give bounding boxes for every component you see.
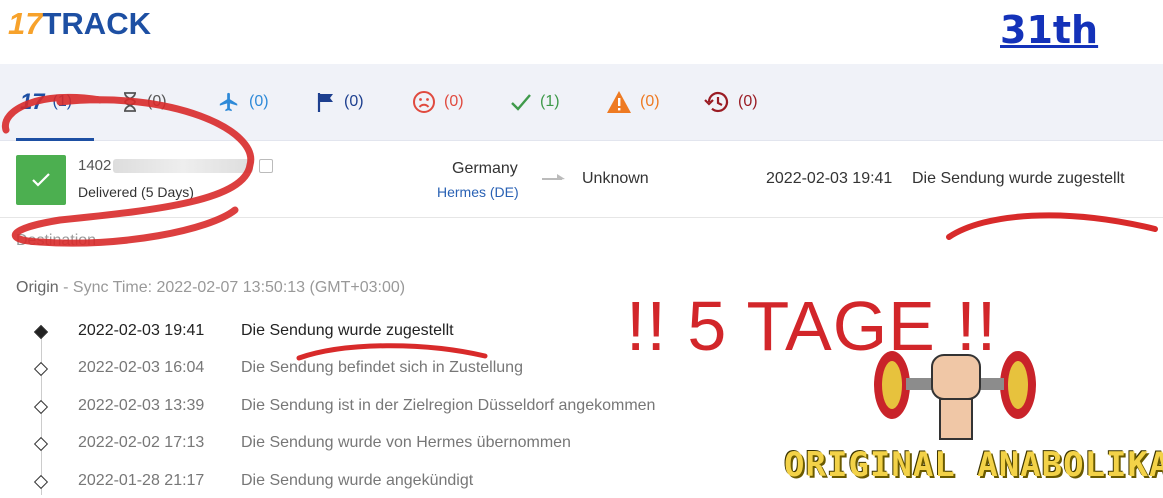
dumbbell-fist-logo [874,351,1036,440]
tab-expired[interactable]: (0) [704,88,758,116]
event-description: Die Sendung wurde zugestellt [241,322,454,339]
event-description: Die Sendung ist in der Zielregion Düssel… [241,397,656,414]
tab-count: (1) [540,93,560,110]
origin-label: Origin [16,279,59,296]
tab-count: (0) [444,93,464,110]
tracking-prefix: 1402 [78,157,112,174]
airplane-icon [219,92,238,112]
timeline-event: 2022-02-02 17:13 Die Sendung wurde von H… [0,434,760,460]
event-time: 2022-02-03 19:41 [78,322,205,339]
check-icon [32,173,50,187]
destination-label: Destination [16,232,97,249]
shipment-row[interactable]: 1402 Delivered (5 Days) Germany Hermes (… [0,141,1163,218]
status-filter-tabs: 17 (1) (0) (0) (0) (0) (1) (0) (0) [0,64,1163,141]
tab-delivered[interactable]: (1) [510,88,560,116]
arrow-right-icon [542,174,565,180]
tab-count: (0) [147,93,167,110]
tab-undelivered[interactable]: (0) [412,88,464,116]
timeline-dot-icon [33,324,49,340]
logo-number: 17 [8,6,43,41]
delivered-status-box [16,155,66,205]
check-icon [511,94,531,111]
hourglass-icon [124,92,136,112]
timeline-dot-icon [33,399,49,415]
tab-pickup[interactable]: (0) [316,88,364,116]
tab-count: (0) [738,93,758,110]
event-time: 2022-02-02 17:13 [78,434,205,451]
status-text: Delivered (5 Days) [78,184,194,200]
latest-event-time: 2022-02-03 19:41 [766,170,893,187]
event-description: Die Sendung wurde von Hermes übernommen [241,434,571,451]
tab-count: (1) [52,93,73,110]
history-icon [704,91,729,113]
tab-count: (0) [249,93,269,110]
tracking-number[interactable]: 1402 [78,157,274,174]
sad-face-icon [413,91,435,113]
event-time: 2022-02-03 16:04 [78,359,205,376]
carrier-link[interactable]: Hermes (DE) [437,184,519,200]
warning-icon [607,91,631,113]
destination-country: Unknown [582,170,649,187]
timeline-event: 2022-01-28 21:17 Die Sendung wurde angek… [0,472,760,498]
timeline-dot-icon [33,361,49,377]
app-header: 17TRACK 31th [0,0,1163,64]
all-17-icon: 17 [20,89,45,114]
tab-count: (0) [344,93,364,110]
logo-word: TRACK [42,6,151,41]
blurred-tracking-digits [113,159,254,174]
tab-in-transit[interactable]: (0) [217,88,269,116]
event-description: Die Sendung befindet sich in Zustellung [241,359,523,376]
event-time: 2022-02-03 13:39 [78,397,205,414]
17track-logo[interactable]: 17TRACK [8,6,151,42]
flag-icon [317,93,333,112]
sync-time: - Sync Time: 2022-02-07 13:50:13 (GMT+03… [58,279,406,296]
timeline-event: 2022-02-03 13:39 Die Sendung ist in der … [0,397,760,423]
tab-all[interactable]: 17 (1) [20,88,72,116]
timeline-dot-icon [33,474,49,490]
tab-alert[interactable]: (0) [606,88,660,116]
tab-count: (0) [640,93,660,110]
brand-watermark: ORIGINAL ANABOLIKA [784,445,1163,485]
timeline-dot-icon [33,436,49,452]
copy-icon[interactable] [259,159,274,174]
latest-event-text: Die Sendung wurde zugestellt [912,170,1125,187]
origin-sync-line: Origin - Sync Time: 2022-02-07 13:50:13 … [16,279,405,297]
event-description: Die Sendung wurde angekündigt [241,472,474,489]
tab-pending[interactable]: (0) [121,88,167,116]
event-time: 2022-01-28 21:17 [78,472,205,489]
origin-country: Germany [452,160,518,177]
day-link[interactable]: 31th [1000,8,1098,52]
